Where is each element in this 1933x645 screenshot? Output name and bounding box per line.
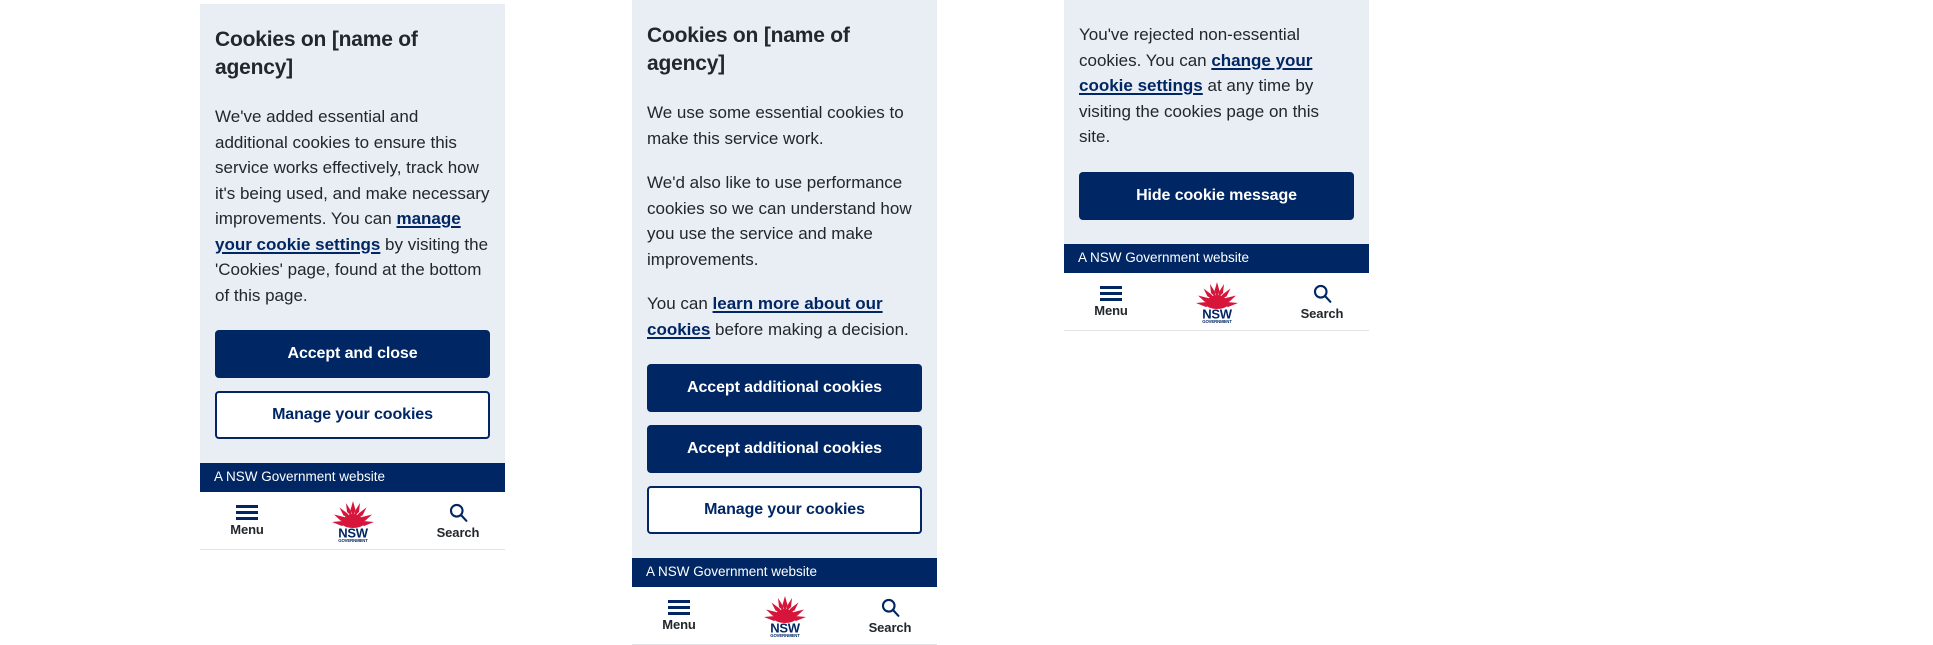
cookie-message-paragraph: We use some essential cookies to make th… (647, 100, 922, 151)
svg-text:GOVERNMENT: GOVERNMENT (338, 538, 368, 543)
accept-and-close-button[interactable]: Accept and close (215, 330, 490, 378)
menu-button[interactable]: Menu (216, 505, 278, 537)
search-icon (1313, 284, 1331, 303)
paragraph-text: You can (647, 294, 713, 313)
cookie-message-panel: Cookies on [name of agency] We've added e… (200, 4, 505, 463)
paragraph-text: We use some essential cookies to make th… (647, 103, 904, 148)
search-button-label: Search (1300, 305, 1344, 321)
menu-button[interactable]: Menu (1080, 285, 1142, 318)
site-masthead-nav: Menu NSW GOVERNMENT Search (200, 492, 505, 550)
cookie-message-paragraph: We'd also like to use performance cookie… (647, 170, 922, 272)
cookie-message-paragraph: You've rejected non-essential cookies. Y… (1079, 22, 1354, 150)
cookie-banner-choice: Cookies on [name of agency] We use some e… (632, 0, 937, 645)
site-masthead-nav: Menu NSW GOVERNMENT Search (1064, 272, 1369, 331)
search-icon (881, 598, 899, 617)
government-website-strip: A NSW Government website (200, 463, 505, 492)
search-button-label: Search (436, 525, 480, 540)
search-icon (449, 503, 467, 522)
government-website-strip: A NSW Government website (1064, 243, 1369, 273)
accept-additional-cookies-button[interactable]: Accept additional cookies (647, 364, 922, 412)
nsw-waratah-logo-icon: NSWGOVERNMENT (763, 596, 806, 638)
cookie-message-panel: Cookies on [name of agency] We use some e… (632, 0, 937, 558)
svg-text:GOVERNMENT: GOVERNMENT (770, 633, 800, 638)
manage-your-cookies-button[interactable]: Manage your cookies (647, 486, 922, 534)
cookie-message-paragraph: We've added essential and additional coo… (215, 104, 490, 308)
hamburger-icon (1100, 285, 1122, 301)
hamburger-icon (236, 505, 258, 520)
nsw-waratah-logo-icon: NSWGOVERNMENT (1195, 281, 1238, 324)
menu-button-label: Menu (230, 522, 264, 537)
paragraph-text: before making a decision. (710, 319, 909, 339)
nsw-government-logo[interactable]: NSW GOVERNMENT (1191, 280, 1243, 324)
nsw-government-logo[interactable]: NSW GOVERNMENT (327, 499, 379, 543)
hide-cookie-message-button[interactable]: Hide cookie message (1079, 171, 1354, 220)
cookie-banner-accepted: Cookies on [name of agency] We've added e… (200, 4, 505, 550)
government-website-strip: A NSW Government website (632, 558, 937, 587)
svg-text:GOVERNMENT: GOVERNMENT (1202, 319, 1232, 324)
cookie-message-panel: You've rejected non-essential cookies. Y… (1064, 0, 1369, 244)
nsw-government-logo[interactable]: NSW GOVERNMENT (759, 594, 811, 638)
hamburger-icon (668, 600, 690, 615)
search-button[interactable]: Search (859, 597, 921, 635)
nsw-waratah-logo-icon: NSWGOVERNMENT (331, 501, 374, 543)
menu-button-label: Menu (1094, 302, 1128, 318)
menu-button[interactable]: Menu (648, 600, 710, 632)
cookie-banner-rejected: You've rejected non-essential cookies. Y… (1064, 0, 1369, 331)
cookie-banner-title: Cookies on [name of agency] (215, 28, 418, 79)
search-button[interactable]: Search (1291, 283, 1353, 321)
cookie-banner-title: Cookies on [name of agency] (647, 24, 850, 75)
search-button-label: Search (868, 620, 912, 635)
manage-your-cookies-button[interactable]: Manage your cookies (215, 391, 490, 439)
menu-button-label: Menu (662, 617, 696, 632)
paragraph-text: We'd also like to use performance cookie… (647, 173, 912, 269)
site-masthead-nav: Menu NSW GOVERNMENT Search (632, 587, 937, 645)
cookie-message-paragraph: You can learn more about our cookies bef… (647, 291, 922, 342)
search-button[interactable]: Search (427, 502, 489, 540)
accept-additional-cookies-button[interactable]: Accept additional cookies (647, 425, 922, 473)
